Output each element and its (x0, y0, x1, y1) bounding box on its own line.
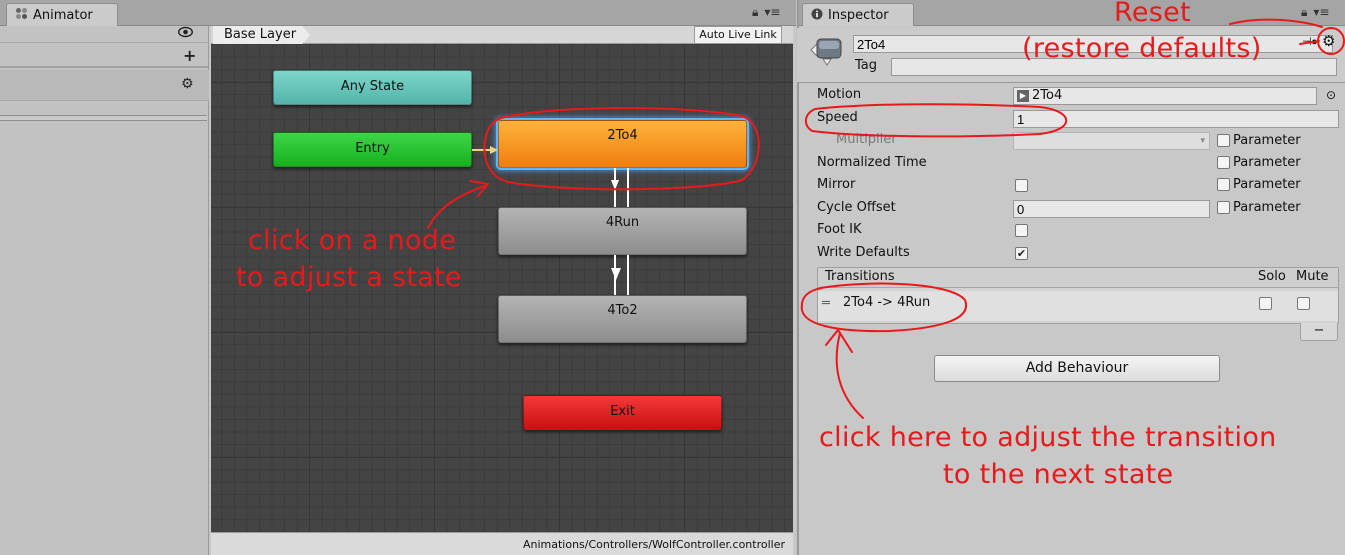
motion-label: Motion (817, 87, 862, 102)
annotation-reset-subtitle: (restore defaults) (1022, 33, 1262, 64)
node-state-4run[interactable]: 4Run (498, 207, 747, 255)
node-state-4run-label: 4Run (605, 215, 640, 230)
animator-window-controls: 🔒︎ ▾≡ (752, 5, 780, 20)
auto-live-link-button[interactable]: Auto Live Link (694, 26, 782, 44)
multiplier-parameter-toggle[interactable]: Parameter (1217, 133, 1301, 148)
state-icon (809, 34, 845, 70)
controller-path: Animations/Controllers/WolfController.co… (211, 532, 793, 555)
animator-tab-bar (0, 0, 796, 26)
lock-icon[interactable]: 🔒︎ (752, 5, 758, 20)
layers-panel (0, 26, 209, 555)
annotation-transition-hint-line1: click here to adjust the transition (819, 422, 1277, 453)
menu-icon[interactable]: ▾≡ (764, 5, 780, 20)
motion-field[interactable]: ▶ 2To4 (1013, 87, 1317, 105)
mirror-checkbox[interactable] (1015, 179, 1028, 192)
transitions-title: Transitions (825, 269, 895, 284)
animator-icon (15, 7, 28, 23)
cycle-offset-parameter-toggle[interactable]: Parameter (1217, 200, 1301, 215)
layers-add-row: + (0, 44, 209, 68)
cycle-offset-label: Cycle Offset (817, 200, 896, 215)
speed-label: Speed (817, 110, 858, 125)
animator-tab-label: Animator (33, 7, 93, 23)
cycle-offset-field[interactable] (1013, 200, 1210, 218)
node-exit[interactable]: Exit (523, 395, 722, 430)
write-defaults-label: Write Defaults (817, 245, 910, 260)
mirror-parameter-toggle[interactable]: Parameter (1217, 177, 1301, 192)
transition-row[interactable]: ═ 2To4 -> 4Run (818, 291, 1338, 321)
parameter-label: Parameter (1233, 155, 1301, 170)
info-icon (811, 8, 823, 23)
speed-field[interactable] (1013, 110, 1339, 128)
parameter-label: Parameter (1233, 177, 1301, 192)
gear-icon[interactable]: ⚙ (181, 76, 194, 92)
node-state-2to4[interactable]: 2To4 (498, 120, 747, 168)
inspector-tab[interactable]: Inspector (802, 3, 914, 26)
write-defaults-checkbox[interactable]: ✔ (1015, 247, 1028, 260)
motion-value: 2To4 (1032, 88, 1063, 103)
transitions-header: Transitions Solo Mute (818, 268, 1338, 288)
drag-handle-icon[interactable]: ═ (822, 296, 830, 311)
cycle-offset-parameter-checkbox[interactable] (1217, 201, 1230, 214)
node-state-4to2[interactable]: 4To2 (498, 295, 747, 343)
animation-clip-icon: ▶ (1017, 90, 1029, 102)
menu-icon[interactable]: ▾≡ (1313, 5, 1329, 20)
foot-ik-checkbox[interactable] (1015, 224, 1028, 237)
node-any-state[interactable]: Any State (273, 70, 472, 105)
annotation-node-hint-line1: click on a node (248, 225, 457, 256)
layer-item-base[interactable]: ⚙ (0, 70, 209, 101)
layers-divider (0, 115, 207, 121)
preset-icon[interactable]: ⊣⦁ (1302, 35, 1317, 49)
breadcrumb[interactable]: Base Layer (213, 26, 311, 44)
multiplier-parameter-checkbox[interactable] (1217, 134, 1230, 147)
node-entry[interactable]: Entry (273, 132, 472, 167)
annotation-transition-hint-line2: to the next state (943, 459, 1174, 490)
normalized-time-label: Normalized Time (817, 155, 927, 170)
layers-panel-toolbar (0, 26, 209, 43)
inspector-window-controls: 🔒︎ ▾≡ (1301, 5, 1329, 20)
gear-icon[interactable]: ⚙ (1322, 32, 1335, 50)
solo-column-label: Solo (1258, 269, 1286, 284)
transition-label: 2To4 -> 4Run (843, 295, 931, 310)
chevron-down-icon: ▾ (1200, 136, 1205, 146)
object-picker-icon[interactable]: ⊙ (1326, 88, 1336, 102)
normalized-time-parameter-checkbox[interactable] (1217, 156, 1230, 169)
add-behaviour-button[interactable]: Add Behaviour (934, 355, 1220, 382)
annotation-node-hint-line2: to adjust a state (236, 262, 462, 293)
foot-ik-label: Foot IK (817, 222, 862, 237)
inspector-tab-label: Inspector (828, 7, 889, 23)
mirror-label: Mirror (817, 177, 856, 192)
node-state-2to4-label: 2To4 (607, 128, 638, 143)
annotation-reset-title: Reset (1114, 0, 1191, 28)
mirror-parameter-checkbox[interactable] (1217, 178, 1230, 191)
multiplier-label: Multiplier (836, 132, 897, 147)
eye-icon[interactable] (177, 26, 194, 42)
remove-transition-button[interactable]: − (1300, 323, 1338, 341)
mute-column-label: Mute (1296, 269, 1329, 284)
transition-solo-checkbox[interactable] (1259, 297, 1272, 310)
parameter-label: Parameter (1233, 133, 1301, 148)
node-state-4to2-label: 4To2 (607, 303, 638, 318)
parameter-label: Parameter (1233, 200, 1301, 215)
tag-label: Tag (855, 58, 878, 73)
lock-icon[interactable]: 🔒︎ (1301, 5, 1307, 20)
normalized-time-parameter-toggle[interactable]: Parameter (1217, 155, 1301, 170)
multiplier-dropdown[interactable]: ▾ (1013, 132, 1210, 150)
plus-icon[interactable]: + (183, 46, 196, 65)
animator-tab[interactable]: Animator (6, 3, 118, 26)
transition-mute-checkbox[interactable] (1297, 297, 1310, 310)
